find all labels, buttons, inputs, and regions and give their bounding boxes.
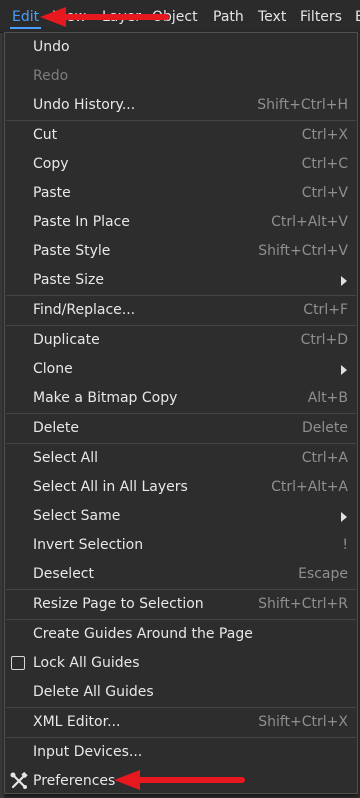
menu-item-shortcut: Ctrl+D	[300, 332, 348, 348]
menu-item-delete[interactable]: Delete Delete	[5, 414, 357, 443]
menu-item-shortcut: !	[342, 537, 348, 553]
menu-item-shortcut: Escape	[298, 566, 348, 582]
annotation-arrow-preferences	[114, 770, 245, 790]
menubar-path[interactable]: Path	[213, 0, 244, 32]
menu-item-shortcut: Ctrl+X	[301, 127, 348, 143]
menubar-edit-underline	[10, 27, 42, 29]
menu-item-label: Duplicate	[33, 332, 100, 348]
menu-item-make-bitmap-copy[interactable]: Make a Bitmap Copy Alt+B	[5, 384, 357, 413]
menu-item-select-same[interactable]: Select Same	[5, 502, 357, 531]
menu-item-shortcut: Ctrl+A	[301, 450, 348, 466]
menu-item-shortcut: Delete	[302, 420, 348, 436]
menu-item-label: Paste Size	[33, 272, 104, 288]
menu-item-create-guides[interactable]: Create Guides Around the Page	[5, 620, 357, 649]
lock-guides-checkbox[interactable]	[11, 656, 25, 670]
menu-item-find-replace[interactable]: Find/Replace... Ctrl+F	[5, 296, 357, 325]
menu-item-shortcut: Shift+Ctrl+H	[257, 97, 348, 113]
menu-item-undo-history[interactable]: Undo History... Shift+Ctrl+H	[5, 91, 357, 120]
menu-item-label: Resize Page to Selection	[33, 596, 204, 612]
menu-item-label: Cut	[33, 127, 58, 143]
menu-item-select-all[interactable]: Select All Ctrl+A	[5, 444, 357, 473]
menu-item-paste[interactable]: Paste Ctrl+V	[5, 179, 357, 208]
menu-item-label: Delete All Guides	[33, 684, 154, 700]
menu-item-resize-page[interactable]: Resize Page to Selection Shift+Ctrl+R	[5, 590, 357, 619]
menu-item-label: Find/Replace...	[33, 302, 136, 318]
menu-item-label: Lock All Guides	[33, 655, 140, 671]
menubar-filters[interactable]: Filters	[300, 0, 342, 32]
menu-item-label: Deselect	[33, 566, 94, 582]
menubar-extensions[interactable]: E	[355, 0, 360, 32]
menu-item-duplicate[interactable]: Duplicate Ctrl+D	[5, 326, 357, 355]
menu-item-label: Redo	[33, 68, 69, 84]
menu-item-shortcut: Ctrl+F	[303, 302, 348, 318]
menu-item-label: Select All	[33, 450, 98, 466]
menu-item-paste-style[interactable]: Paste Style Shift+Ctrl+V	[5, 237, 357, 266]
menu-item-shortcut: Shift+Ctrl+R	[258, 596, 348, 612]
menu-item-shortcut: Alt+B	[307, 390, 348, 406]
menu-item-shortcut: Shift+Ctrl+V	[258, 243, 348, 259]
menu-item-label: Input Devices...	[33, 744, 143, 760]
submenu-arrow-icon	[341, 365, 347, 375]
menu-item-label: Paste Style	[33, 243, 111, 259]
menubar-edit-label: Edit	[12, 9, 40, 25]
menu-item-label: Clone	[33, 361, 73, 377]
menu-item-label: Create Guides Around the Page	[33, 626, 253, 642]
menu-item-label: Select Same	[33, 508, 121, 524]
menu-item-delete-guides[interactable]: Delete All Guides	[5, 678, 357, 707]
menu-item-shortcut: Ctrl+Alt+A	[271, 479, 348, 495]
menu-item-copy[interactable]: Copy Ctrl+C	[5, 150, 357, 179]
menu-item-clone[interactable]: Clone	[5, 355, 357, 384]
menu-item-xml-editor[interactable]: XML Editor... Shift+Ctrl+X	[5, 708, 357, 737]
menu-item-lock-guides[interactable]: Lock All Guides	[5, 649, 357, 678]
menu-item-shortcut: Ctrl+V	[301, 185, 348, 201]
edit-menu: Undo Redo Undo History... Shift+Ctrl+H C…	[4, 32, 358, 794]
preferences-icon	[10, 771, 28, 789]
menu-item-label: Select All in All Layers	[33, 479, 188, 495]
menu-item-label: Paste	[33, 185, 71, 201]
menu-item-select-all-layers[interactable]: Select All in All Layers Ctrl+Alt+A	[5, 473, 357, 502]
menu-item-paste-size[interactable]: Paste Size	[5, 266, 357, 295]
menu-item-label: Delete	[33, 420, 79, 436]
menu-item-undo[interactable]: Undo	[5, 33, 357, 62]
menu-item-shortcut: Ctrl+C	[301, 156, 348, 172]
menu-item-shortcut: Shift+Ctrl+X	[258, 714, 348, 730]
menu-item-label: Undo History...	[33, 97, 136, 113]
menu-item-cut[interactable]: Cut Ctrl+X	[5, 121, 357, 150]
menu-item-label: Paste In Place	[33, 214, 130, 230]
menu-item-label: Copy	[33, 156, 69, 172]
menu-item-label: Make a Bitmap Copy	[33, 390, 178, 406]
menu-item-shortcut: Ctrl+Alt+V	[271, 214, 348, 230]
menu-item-invert-selection[interactable]: Invert Selection !	[5, 531, 357, 560]
menu-item-label: Undo	[33, 39, 70, 55]
menu-item-label: Invert Selection	[33, 537, 144, 553]
menu-item-input-devices[interactable]: Input Devices...	[5, 738, 357, 767]
menu-item-deselect[interactable]: Deselect Escape	[5, 560, 357, 589]
menubar-text[interactable]: Text	[258, 0, 286, 32]
submenu-arrow-icon	[341, 276, 347, 286]
menu-item-redo: Redo	[5, 62, 357, 91]
menu-item-paste-in-place[interactable]: Paste In Place Ctrl+Alt+V	[5, 208, 357, 237]
menu-item-label: XML Editor...	[33, 714, 121, 730]
menubar-edit[interactable]: Edit	[10, 0, 42, 32]
annotation-arrow-edit	[40, 7, 169, 27]
submenu-arrow-icon	[341, 512, 347, 522]
menu-item-label: Preferences	[33, 773, 116, 789]
